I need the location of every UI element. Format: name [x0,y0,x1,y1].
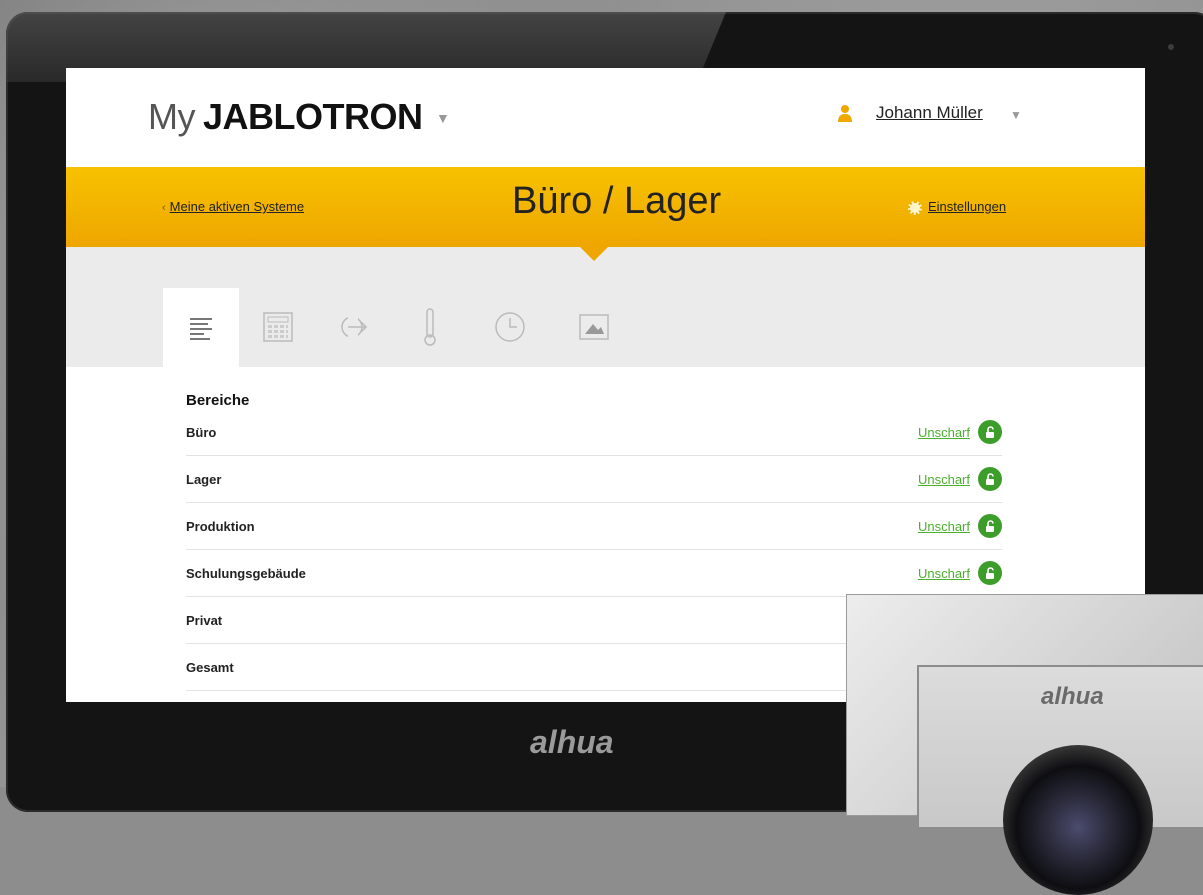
logo-prefix: My [148,96,196,137]
state-link[interactable]: Unscharf [918,566,970,581]
clock-icon [495,311,525,342]
state-link[interactable]: Unscharf [918,425,970,440]
chevron-down-icon[interactable]: ▼ [436,110,450,126]
section-name: Büro [186,424,217,440]
section-name: Privat [186,612,223,628]
section-name: Lager [186,471,222,487]
gear-icon [908,201,922,215]
unlock-icon[interactable] [978,514,1002,538]
list-item: Büro Unscharf [186,409,1002,456]
intercom-device: alhua [846,594,1203,895]
tab-temperature[interactable] [392,288,468,365]
unlock-icon[interactable] [978,467,1002,491]
section-name: Schulungsgebäude [186,565,306,581]
list-item: Produktion Unscharf [186,503,1002,550]
chevron-left-icon: ‹ [162,202,166,214]
list-item: Schulungsgebäude Unscharf [186,550,1002,597]
logo-brand: JABLOTRON [203,96,423,137]
tab-keypad[interactable] [240,288,316,365]
settings-link[interactable]: Einstellungen [908,199,1006,215]
page-title: Büro / Lager [512,180,722,222]
tab-history[interactable] [472,288,548,365]
output-arrow-icon [341,315,368,338]
top-bar: My JABLOTRON ▼ Johann Müller ▼ [66,68,1145,167]
user-icon [838,105,852,122]
intercom-panel: alhua [917,665,1203,895]
tab-overview[interactable] [163,288,239,367]
list-icon [190,317,212,340]
app-logo[interactable]: My JABLOTRON [148,96,423,138]
unlock-icon[interactable] [978,420,1002,444]
thermometer-icon [424,307,436,346]
state-link[interactable]: Unscharf [918,472,970,487]
monitor-brand-logo: alhua [530,724,614,760]
intercom-brand-logo: alhua [1041,683,1104,710]
camera-dot [1168,44,1174,50]
unlock-icon[interactable] [978,561,1002,585]
list-item: Lager Unscharf [186,456,1002,503]
user-menu[interactable]: Johann Müller [876,103,983,123]
section-title: Bereiche [186,392,250,409]
section-name: Gesamt [186,659,234,675]
tab-outputs[interactable] [316,288,392,365]
section-name: Produktion [186,518,255,534]
state-link[interactable]: Unscharf [918,519,970,534]
section-status[interactable]: Unscharf [918,467,1002,491]
tab-photos[interactable] [556,288,632,365]
section-status[interactable]: Unscharf [918,514,1002,538]
camera-lens [1003,745,1153,895]
back-link[interactable]: ‹ Meine aktiven Systeme [162,199,304,214]
keypad-icon [263,311,293,342]
section-status[interactable]: Unscharf [918,420,1002,444]
image-icon [579,313,609,340]
header-pointer-top [580,247,608,261]
chevron-down-icon[interactable]: ▼ [1010,108,1022,122]
section-status[interactable]: Unscharf [918,561,1002,585]
